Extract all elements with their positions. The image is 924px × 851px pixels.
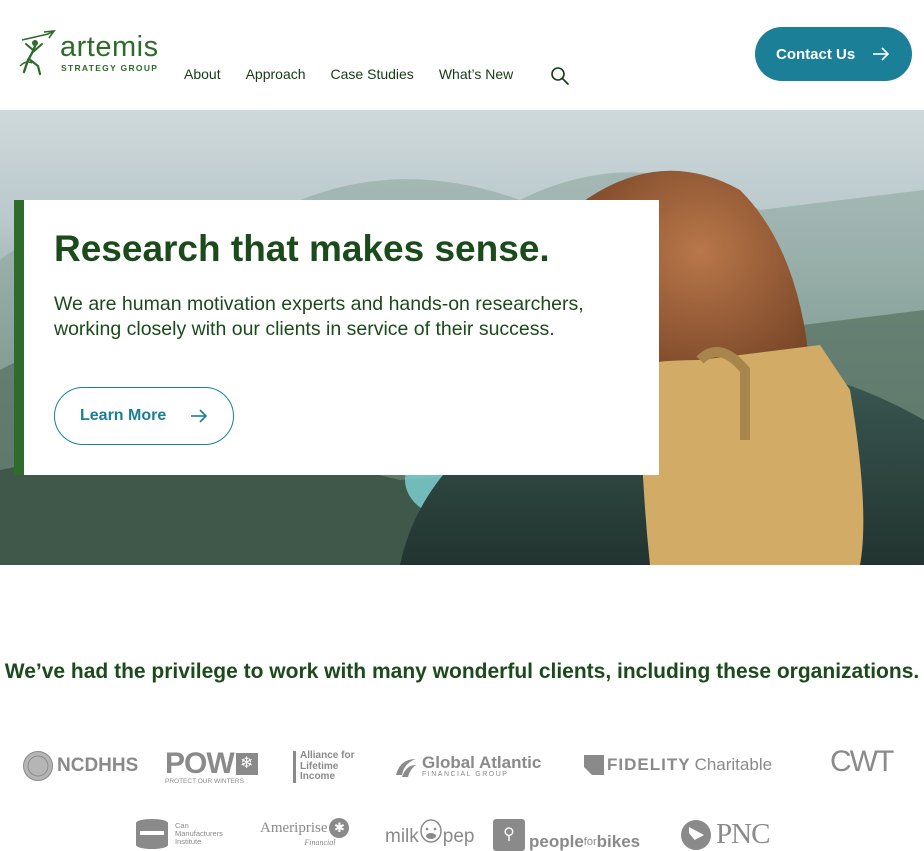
can-icon: [136, 819, 168, 849]
client-logo-pnc: PNC: [680, 818, 770, 851]
client-logo-peopleforbikes: ⚲ people for bikes: [493, 818, 640, 851]
nav-approach[interactable]: Approach: [246, 66, 306, 82]
hero-section: Research that makes sense. We are human …: [0, 110, 924, 565]
client-logo-cwt: CWT: [830, 745, 894, 778]
client-logo-can-manufacturers-institute: Can Manufacturers Institute: [134, 818, 223, 850]
logo-wordmark: artemis: [60, 31, 159, 63]
star-badge-icon: ✱: [329, 818, 350, 838]
archer-logo-icon: [19, 30, 56, 76]
client-logo-pow: POW ❄ PROTECT OUR WINTERS: [165, 749, 258, 786]
bike-icon: ⚲: [493, 819, 525, 851]
learn-more-button[interactable]: Learn More: [54, 387, 234, 445]
client-logo-alliance-lifetime-income: Alliance for Lifetime Income: [293, 750, 354, 783]
fidelity-mark-icon: [584, 755, 604, 775]
hero-description: We are human motivation experts and hand…: [54, 293, 584, 340]
main-nav: About Approach Case Studies What’s New: [184, 66, 538, 82]
client-logo-fidelity-charitable: FIDELITY Charitable: [584, 755, 772, 775]
cow-icon: [420, 819, 442, 843]
arrow-right-icon: [191, 409, 208, 423]
search-icon[interactable]: [550, 66, 570, 86]
pnc-triangle-icon: [681, 819, 711, 850]
contact-us-button[interactable]: Contact Us: [755, 27, 912, 81]
nav-case-studies[interactable]: Case Studies: [331, 66, 414, 82]
hero-card: Research that makes sense. We are human …: [14, 200, 659, 475]
nav-whats-new[interactable]: What’s New: [439, 66, 513, 82]
hero-title: Research that makes sense.: [54, 228, 550, 269]
wave-icon: [396, 758, 416, 777]
client-logo-milkpep: milk pep: [385, 818, 474, 848]
nav-about[interactable]: About: [184, 66, 221, 82]
snowflake-icon: ❄: [235, 753, 258, 775]
client-logo-ameriprise: Ameriprise ✱ Financial: [260, 818, 350, 847]
arrow-right-icon: [873, 47, 890, 61]
client-logo-ncdhhs: NCDHHS: [22, 750, 138, 782]
contact-us-label: Contact Us: [776, 45, 856, 63]
logo-tagline: STRATEGY GROUP: [61, 63, 159, 73]
state-seal-icon: [23, 751, 53, 781]
clients-heading: We’ve had the privilege to work with man…: [4, 660, 920, 683]
learn-more-label: Learn More: [80, 407, 167, 424]
client-logo-global-atlantic: Global Atlantic FINANCIAL GROUP: [394, 754, 541, 779]
artemis-logo[interactable]: artemis STRATEGY GROUP: [18, 30, 168, 78]
site-header: artemis STRATEGY GROUP About Approach Ca…: [0, 0, 924, 110]
